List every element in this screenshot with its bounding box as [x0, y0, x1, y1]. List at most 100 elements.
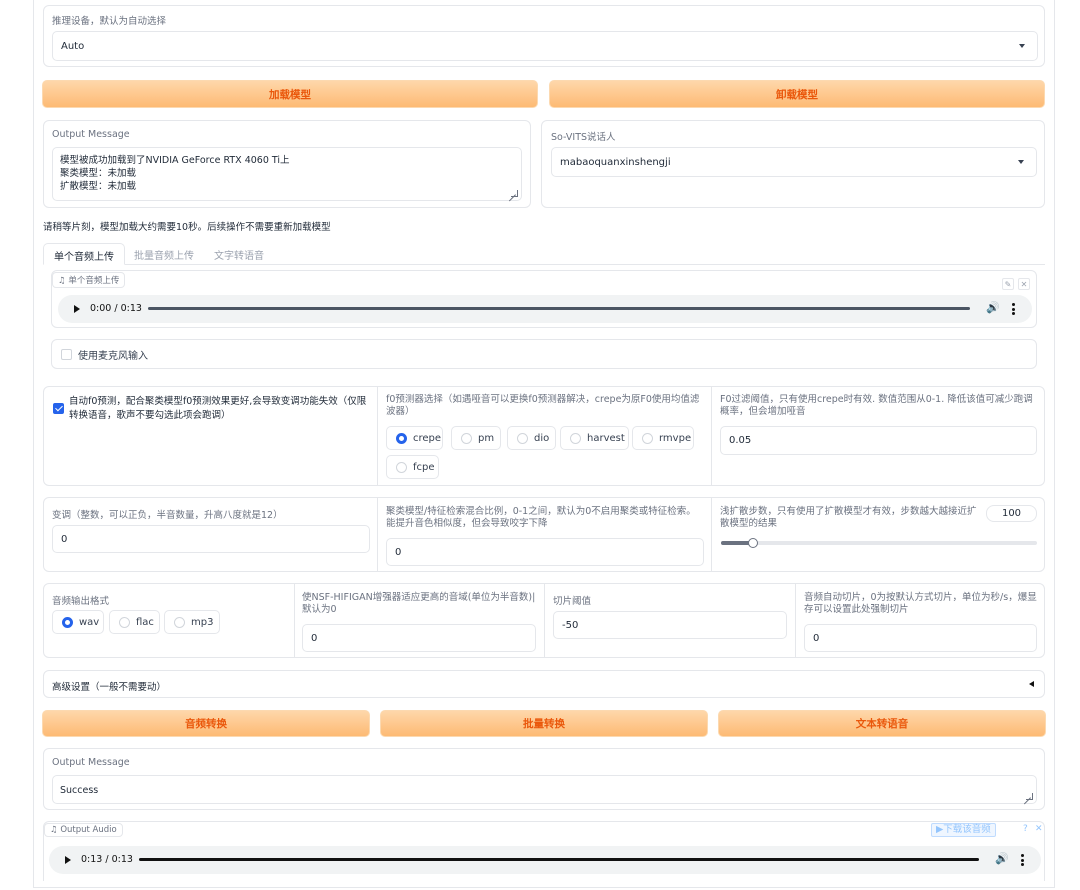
auto-slice-input[interactable]: 0: [804, 624, 1037, 652]
radio-fcpe: [396, 461, 407, 473]
speaker-select[interactable]: mabaoquanxinshengji: [551, 147, 1037, 177]
caret-left-icon: [1029, 681, 1034, 687]
f0-filter-value: 0.05: [729, 435, 752, 446]
option-label: rmvpe: [659, 432, 692, 444]
help-icon[interactable]: ?: [1023, 824, 1028, 834]
output-message-result[interactable]: Success: [52, 775, 1037, 804]
speaker-panel: So-VITS说话人 mabaoquanxinshengji: [541, 120, 1045, 208]
option-label: wav: [79, 616, 100, 628]
pitch-settings-row: 变调（整数，可以正负，半音数量，升高八度就是12） 0 聚类模型/特征检索混合比…: [43, 497, 1045, 572]
load-model-button[interactable]: 加载模型: [42, 80, 538, 108]
resize-handle-icon[interactable]: [511, 190, 518, 197]
resize-handle-icon[interactable]: [1026, 793, 1033, 800]
radio-dio: [517, 432, 528, 444]
tab-single-upload-label: 单个音频上传: [54, 252, 114, 263]
more-vertical-icon[interactable]: [1012, 303, 1015, 317]
music-note-icon: ♫: [58, 276, 66, 286]
divider: [377, 498, 378, 571]
output-line-2: 聚类模型：未加载: [60, 168, 137, 179]
output-message-value: Success: [60, 785, 99, 796]
diffusion-steps-number[interactable]: 100: [986, 505, 1037, 522]
output-line-3: 扩散模型：未加载: [60, 181, 137, 192]
output-message-label: Output Message: [52, 129, 130, 140]
unload-model-button[interactable]: 卸载模型: [549, 80, 1045, 108]
tab-batch-upload[interactable]: 批量音频上传: [134, 247, 194, 262]
close-icon[interactable]: ✕: [1018, 278, 1030, 290]
divider: [711, 498, 712, 571]
load-notice: 请稍等片刻，模型加载大约需要10秒。后续操作不需要重新加载模型: [43, 222, 331, 233]
format-option-mp3[interactable]: mp3: [164, 610, 220, 634]
output-audio-tag: ♫ Output Audio: [44, 823, 123, 837]
volume-icon[interactable]: 🔊: [986, 301, 1000, 314]
edit-icon[interactable]: ✎: [1002, 278, 1014, 290]
f0-filter-input[interactable]: 0.05: [720, 426, 1037, 455]
slice-threshold-input[interactable]: -50: [553, 611, 787, 639]
audio-convert-button[interactable]: 音频转换: [42, 710, 370, 737]
radio-crepe: [396, 432, 407, 444]
mic-panel: 使用麦克风输入: [51, 339, 1037, 369]
more-vertical-icon[interactable]: [1021, 854, 1024, 868]
transpose-input[interactable]: 0: [52, 525, 370, 553]
nsf-hifigan-value: 0: [311, 632, 318, 644]
device-panel: 推理设备，默认为自动选择 Auto: [43, 5, 1045, 67]
diffusion-steps-value: 100: [1001, 508, 1022, 519]
volume-icon[interactable]: 🔊: [995, 852, 1009, 865]
cluster-ratio-value: 0: [395, 546, 402, 558]
speaker-value: mabaoquanxinshengji: [560, 156, 671, 168]
chevron-down-icon: [1018, 160, 1024, 164]
divider: [711, 387, 712, 485]
transpose-value: 0: [61, 533, 68, 545]
cluster-ratio-label: 聚类模型/特征检索混合比例，0-1之间，默认为0不启用聚类或特征检索。能提升音色…: [386, 506, 696, 529]
upload-tag-label: 单个音频上传: [68, 276, 120, 286]
play-icon[interactable]: [74, 305, 80, 313]
option-label: pm: [478, 432, 495, 444]
diffusion-steps-thumb[interactable]: [748, 538, 758, 548]
nsf-hifigan-label: 使NSF-HIFIGAN增强器适应更高的音域(单位为半音数)|默认为0: [302, 592, 536, 615]
option-label: dio: [534, 432, 550, 444]
f0-option-fcpe[interactable]: fcpe: [386, 455, 439, 479]
format-option-flac[interactable]: flac: [109, 610, 160, 634]
f0-option-harvest[interactable]: harvest: [560, 426, 629, 450]
option-label: fcpe: [413, 461, 435, 473]
nsf-hifigan-input[interactable]: 0: [302, 624, 536, 652]
tab-text-to-speech[interactable]: 文字转语音: [214, 247, 264, 262]
single-audio-upload-panel: ♫ 单个音频上传 ✎ ✕ 0:00 / 0:13 🔊: [51, 270, 1037, 328]
f0-option-rmvpe[interactable]: rmvpe: [632, 426, 694, 450]
option-label: crepe: [413, 432, 442, 444]
f0-settings-row: 自动f0预测，配合聚类模型f0预测效果更好,会导致变调功能失效（仅限转换语音，歌…: [43, 386, 1045, 486]
diffusion-steps-label: 浅扩散步数，只有使用了扩散模型才有效，步数越大越接近扩散模型的结果: [720, 506, 977, 529]
advanced-settings-label: 高级设置（一般不需要动）: [52, 682, 167, 693]
audio-progress-track[interactable]: [148, 307, 970, 310]
advanced-settings-accordion[interactable]: 高级设置（一般不需要动）: [43, 670, 1045, 698]
batch-convert-button[interactable]: 批量转换: [380, 710, 708, 737]
f0-option-dio[interactable]: dio: [507, 426, 556, 450]
play-icon[interactable]: [65, 856, 71, 864]
download-audio-button[interactable]: ▶下载该音频: [931, 823, 996, 837]
speaker-label: So-VITS说话人: [551, 132, 616, 143]
device-select[interactable]: Auto: [52, 31, 1038, 61]
music-note-icon: ♫: [50, 825, 58, 835]
output-message-textarea[interactable]: 模型被成功加载到了NVIDIA GeForce RTX 4060 Ti上 聚类模…: [52, 147, 522, 201]
option-label: harvest: [587, 432, 625, 444]
tts-button[interactable]: 文本转语音: [718, 710, 1046, 737]
output-audio-progress-track[interactable]: [139, 858, 979, 861]
mic-checkbox[interactable]: [61, 349, 72, 360]
tab-single-upload[interactable]: 单个音频上传: [43, 243, 125, 265]
f0-option-pm[interactable]: pm: [451, 426, 501, 450]
close-icon[interactable]: ✕: [1035, 824, 1043, 834]
radio-pm: [461, 432, 472, 444]
slice-threshold-label: 切片阈值: [553, 596, 592, 607]
divider: [795, 584, 796, 657]
audio-time: 0:00 / 0:13: [90, 303, 142, 314]
auto-slice-value: 0: [813, 632, 820, 644]
cluster-ratio-input[interactable]: 0: [386, 538, 704, 566]
f0-option-crepe[interactable]: crepe: [386, 426, 443, 450]
diffusion-steps-slider[interactable]: [721, 541, 1037, 545]
f0-filter-label: F0过滤阈值，只有使用crepe时有效. 数值范围从0-1. 降低该值可减少跑调…: [720, 394, 1033, 417]
output-message-panel-bottom: Output Message Success: [43, 748, 1045, 810]
transpose-label: 变调（整数，可以正负，半音数量，升高八度就是12）: [52, 510, 283, 521]
slice-threshold-value: -50: [562, 619, 579, 631]
format-option-wav[interactable]: wav: [52, 610, 104, 634]
divider: [544, 584, 545, 657]
auto-f0-checkbox[interactable]: [53, 403, 64, 414]
